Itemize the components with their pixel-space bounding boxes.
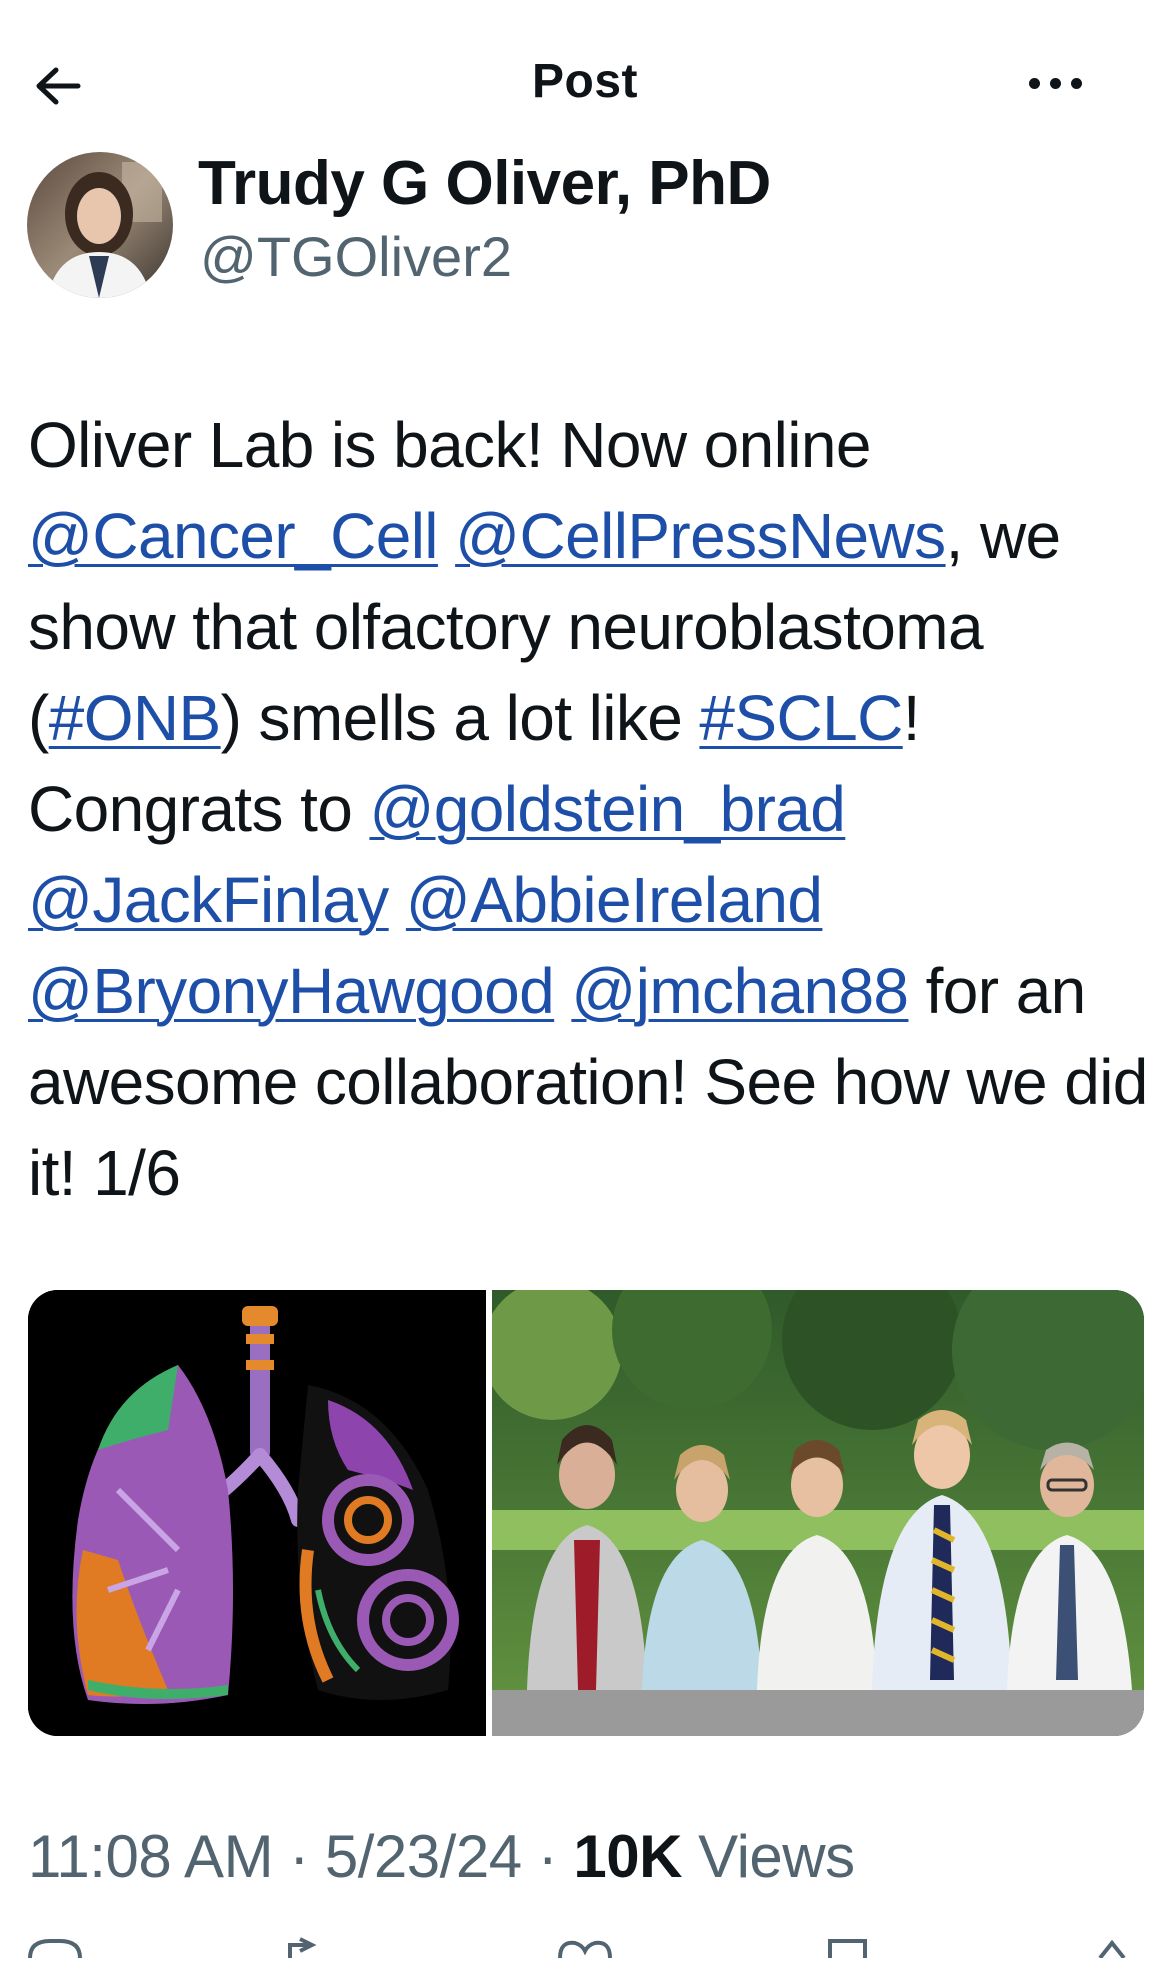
tweet-text-segment: ) smells a lot like bbox=[220, 682, 700, 754]
post-date: 5/23/24 bbox=[324, 1823, 522, 1890]
share-icon bbox=[1098, 1939, 1126, 1960]
author-name[interactable]: Trudy G Oliver, PhD bbox=[198, 148, 771, 219]
meta-separator: · bbox=[537, 1823, 558, 1890]
avatar[interactable] bbox=[27, 152, 173, 298]
more-options-button[interactable] bbox=[1020, 58, 1090, 108]
tweet-text-segment bbox=[554, 955, 571, 1027]
tweet-text-segment bbox=[389, 864, 406, 936]
tweet-text: Oliver Lab is back! Now online @Cancer_C… bbox=[28, 400, 1148, 1219]
more-horizontal-icon bbox=[1028, 77, 1040, 89]
mention-link[interactable]: @BryonyHawgood bbox=[28, 955, 555, 1027]
views-count: 10K bbox=[573, 1823, 682, 1890]
tweet-text-segment bbox=[438, 500, 455, 572]
mention-link[interactable]: @Cancer_Cell bbox=[28, 500, 439, 572]
mention-link[interactable]: @jmchan88 bbox=[571, 955, 909, 1027]
mention-link[interactable]: @JackFinlay bbox=[28, 864, 389, 936]
media-grid bbox=[28, 1290, 1144, 1736]
media-image-lung-illustration[interactable] bbox=[28, 1290, 486, 1736]
author-handle[interactable]: @TGOliver2 bbox=[200, 224, 512, 289]
hashtag-link[interactable]: #SCLC bbox=[699, 682, 903, 754]
views-label: Views bbox=[698, 1823, 855, 1890]
tweet-text-segment: Oliver Lab is back! Now online bbox=[28, 409, 871, 481]
hashtag-link[interactable]: #ONB bbox=[49, 682, 221, 754]
bookmark-icon bbox=[828, 1939, 867, 1958]
mention-link[interactable]: @AbbieIreland bbox=[406, 864, 823, 936]
page-title: Post bbox=[531, 55, 638, 108]
repost-icon bbox=[288, 1937, 317, 1958]
mention-link[interactable]: @goldstein_brad bbox=[369, 773, 845, 845]
post-time: 11:08 AM bbox=[28, 1823, 274, 1890]
action-bar bbox=[0, 1935, 1170, 1960]
top-bar: Post bbox=[0, 0, 1170, 160]
mention-link[interactable]: @CellPressNews bbox=[455, 500, 946, 572]
meta-separator: · bbox=[289, 1823, 309, 1890]
post-meta: 11:08 AM · 5/23/24 · 10K Views bbox=[28, 1822, 855, 1891]
like-icon bbox=[558, 1940, 612, 1959]
media-image-group-photo[interactable] bbox=[482, 1290, 1144, 1736]
reply-icon bbox=[28, 1939, 82, 1959]
